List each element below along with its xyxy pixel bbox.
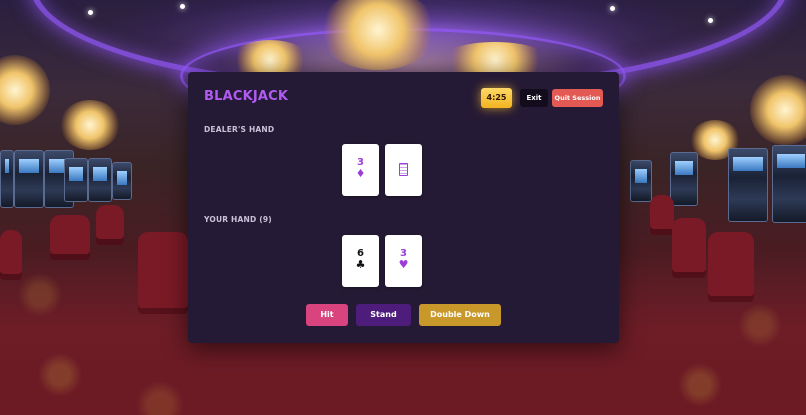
casino-chair bbox=[50, 215, 90, 260]
slot-machine bbox=[630, 160, 652, 202]
hit-button[interactable]: Hit bbox=[306, 304, 348, 326]
player-card-2: 3 ♥ bbox=[385, 235, 422, 287]
downlight bbox=[180, 4, 185, 9]
diamond-suit-icon: ♦ bbox=[355, 167, 366, 180]
blackjack-panel: BLACKJACK 4:25 Exit Quit Session DEALER'… bbox=[188, 72, 619, 343]
game-title: BLACKJACK bbox=[204, 89, 289, 104]
player-hand-label: YOUR HAND (9) bbox=[204, 215, 272, 224]
club-suit-icon: ♣ bbox=[355, 258, 366, 271]
dealer-hand-label: DEALER'S HAND bbox=[204, 125, 275, 134]
slot-machine bbox=[14, 150, 44, 208]
slot-machine bbox=[772, 145, 806, 223]
casino-chair bbox=[96, 205, 124, 245]
exit-button[interactable]: Exit bbox=[520, 89, 548, 107]
downlight bbox=[610, 6, 615, 11]
casino-chair bbox=[650, 195, 674, 235]
downlight bbox=[88, 10, 93, 15]
slot-machine bbox=[0, 150, 14, 208]
card-back-icon bbox=[399, 163, 408, 176]
downlight bbox=[708, 18, 713, 23]
stand-button[interactable]: Stand bbox=[356, 304, 411, 326]
casino-background: BLACKJACK 4:25 Exit Quit Session DEALER'… bbox=[0, 0, 806, 415]
chandelier bbox=[60, 100, 120, 150]
dealer-card-2-face-down bbox=[385, 144, 422, 196]
session-timer: 4:25 bbox=[481, 88, 512, 108]
slot-machine bbox=[728, 148, 768, 222]
slot-machine bbox=[64, 158, 88, 202]
chandelier bbox=[0, 55, 50, 125]
slot-machine bbox=[670, 152, 698, 206]
quit-session-button[interactable]: Quit Session bbox=[552, 89, 603, 107]
dealer-card-1: 3 ♦ bbox=[342, 144, 379, 196]
slot-machine bbox=[88, 158, 112, 202]
double-down-button[interactable]: Double Down bbox=[419, 304, 501, 326]
slot-machine bbox=[112, 162, 132, 200]
heart-suit-icon: ♥ bbox=[398, 258, 409, 271]
chandelier bbox=[750, 75, 806, 145]
player-card-1: 6 ♣ bbox=[342, 235, 379, 287]
